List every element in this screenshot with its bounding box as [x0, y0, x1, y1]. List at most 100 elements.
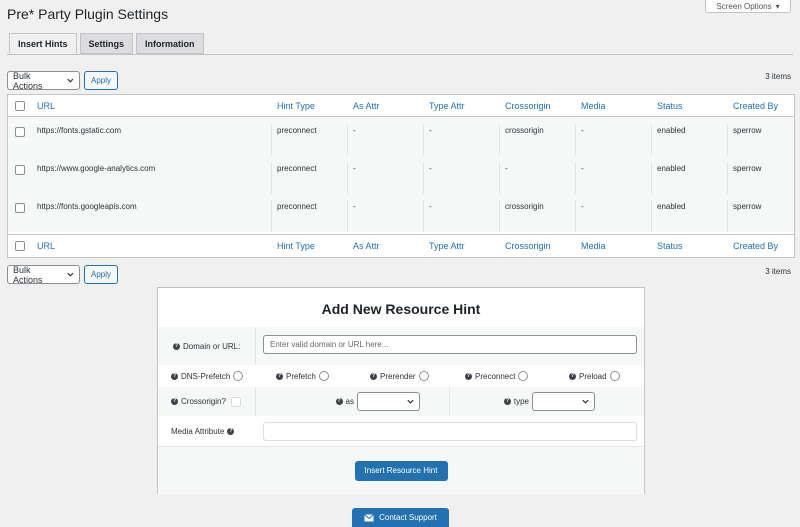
bulk-actions-select-value: Bulk Actions	[13, 70, 43, 91]
column-footer-crossorigin[interactable]: Crossorigin	[499, 241, 575, 251]
column-header-crossorigin[interactable]: Crossorigin	[499, 101, 575, 111]
help-icon[interactable]: ?	[370, 372, 377, 380]
cell-crossorigin: crossorigin	[499, 200, 575, 232]
help-icon[interactable]: ?	[171, 372, 178, 380]
cell-media: -	[575, 124, 651, 156]
panel-title: Add New Resource Hint	[321, 301, 481, 317]
cell-type-attr: -	[423, 162, 499, 194]
column-header-created-by[interactable]: Created By	[727, 101, 787, 111]
tab-information[interactable]: Information	[136, 33, 204, 54]
help-icon[interactable]: ?	[171, 398, 178, 405]
column-footer-media[interactable]: Media	[575, 241, 651, 251]
table-row[interactable]: https://fonts.gstatic.com preconnect - -…	[8, 118, 794, 156]
chevron-down-icon	[407, 399, 414, 404]
help-icon[interactable]: ?	[465, 372, 472, 380]
radio-dns-prefetch[interactable]	[233, 371, 244, 381]
column-footer-type-attr[interactable]: Type Attr	[423, 241, 499, 251]
tab-bar: Insert Hints Settings Information	[9, 33, 204, 54]
column-footer-hint-type[interactable]: Hint Type	[271, 241, 347, 251]
table-row[interactable]: https://www.google-analytics.com preconn…	[8, 156, 794, 194]
bulk-actions-select-value: Bulk Actions	[13, 264, 43, 285]
cell-hint-type: preconnect	[271, 162, 347, 194]
insert-resource-hint-button[interactable]: Insert Resource Hint	[354, 460, 448, 481]
cell-media: -	[575, 200, 651, 232]
domain-label: Domain or URL:	[183, 341, 241, 351]
screen-options-button[interactable]: Screen Options ▾	[705, 0, 791, 13]
type-select[interactable]	[532, 392, 595, 411]
hint-type-label-prefetch: Prefetch	[286, 371, 316, 381]
media-label: Media Attribute	[171, 426, 225, 436]
select-all-checkbox[interactable]	[15, 100, 25, 111]
cell-created-by: sperrow	[727, 162, 787, 194]
table-header: URL Hint Type As Attr Type Attr Crossori…	[8, 95, 794, 117]
column-footer-created-by[interactable]: Created By	[727, 241, 787, 251]
triangle-down-icon: ▾	[775, 1, 780, 11]
help-icon[interactable]: ?	[173, 342, 180, 350]
column-header-as-attr[interactable]: As Attr	[347, 101, 423, 111]
row-checkbox[interactable]	[15, 203, 25, 213]
column-header-url[interactable]: URL	[32, 101, 271, 111]
tab-settings[interactable]: Settings	[79, 33, 134, 54]
cell-crossorigin: -	[499, 162, 575, 194]
row-checkbox[interactable]	[15, 127, 25, 137]
column-footer-url[interactable]: URL	[32, 241, 271, 251]
as-select[interactable]	[357, 392, 420, 411]
cell-status: enabled	[651, 124, 727, 156]
help-icon[interactable]: ?	[503, 398, 511, 405]
apply-button[interactable]: Apply	[84, 71, 119, 90]
domain-input[interactable]: Enter valid domain or URL here...	[263, 335, 637, 354]
tab-insert-hints[interactable]: Insert Hints	[9, 33, 77, 54]
hint-type-label-dns-prefetch: DNS-Prefetch	[181, 371, 231, 381]
bulk-actions-bottom: Bulk Actions Apply	[7, 264, 119, 285]
envelope-icon	[364, 513, 374, 521]
column-footer-status[interactable]: Status	[651, 241, 727, 251]
tabs-divider	[7, 54, 793, 55]
cell-as-attr: -	[347, 200, 423, 232]
column-header-type-attr[interactable]: Type Attr	[423, 101, 499, 111]
cell-crossorigin: crossorigin	[499, 124, 575, 156]
cell-url: https://fonts.gstatic.com	[37, 126, 122, 135]
cell-as-attr: -	[347, 162, 423, 194]
hint-type-label-preload: Preload	[579, 371, 607, 381]
help-icon[interactable]: ?	[227, 427, 235, 435]
help-icon[interactable]: ?	[569, 372, 576, 380]
screen-options-label: Screen Options	[716, 1, 772, 11]
column-header-hint-type[interactable]: Hint Type	[271, 101, 347, 111]
items-count: 3 items	[765, 72, 791, 81]
cell-url: https://www.google-analytics.com	[37, 164, 156, 173]
bulk-actions-select[interactable]: Bulk Actions	[7, 70, 80, 91]
chevron-down-icon	[67, 78, 74, 83]
crossorigin-checkbox[interactable]	[230, 396, 241, 407]
add-resource-hint-panel: Add New Resource Hint ? Domain or URL: E…	[157, 287, 645, 494]
help-icon[interactable]: ?	[276, 372, 283, 380]
radio-prefetch[interactable]	[318, 371, 329, 381]
cell-type-attr: -	[423, 200, 499, 232]
help-icon[interactable]: ?	[335, 398, 343, 405]
bulk-actions-select[interactable]: Bulk Actions	[7, 264, 80, 285]
cell-type-attr: -	[423, 124, 499, 156]
radio-preconnect[interactable]	[518, 371, 529, 381]
contact-support-label: Contact Support	[379, 513, 437, 522]
cell-hint-type: preconnect	[271, 200, 347, 232]
select-all-checkbox[interactable]	[15, 241, 25, 251]
as-label: as	[345, 397, 354, 406]
contact-support-button[interactable]: Contact Support	[352, 508, 449, 527]
table-row[interactable]: https://fonts.googleapis.com preconnect …	[8, 194, 794, 232]
hint-type-label-prerender: Prerender	[380, 371, 416, 381]
hint-type-label-preconnect: Preconnect	[475, 371, 516, 381]
media-input[interactable]	[263, 421, 637, 441]
cell-hint-type: preconnect	[271, 124, 347, 156]
column-header-status[interactable]: Status	[651, 101, 727, 111]
column-footer-as-attr[interactable]: As Attr	[347, 241, 423, 251]
cell-status: enabled	[651, 162, 727, 194]
bulk-actions-top: Bulk Actions Apply	[7, 70, 119, 91]
apply-button[interactable]: Apply	[84, 265, 119, 284]
submit-row: Insert Resource Hint	[158, 446, 644, 494]
cell-url: https://fonts.googleapis.com	[37, 202, 137, 211]
column-header-media[interactable]: Media	[575, 101, 651, 111]
domain-row: ? Domain or URL: Enter valid domain or U…	[158, 327, 644, 365]
row-checkbox[interactable]	[15, 165, 25, 175]
table-footer: URL Hint Type As Attr Type Attr Crossori…	[8, 234, 794, 257]
radio-preload[interactable]	[609, 371, 620, 381]
radio-prerender[interactable]	[418, 371, 429, 381]
